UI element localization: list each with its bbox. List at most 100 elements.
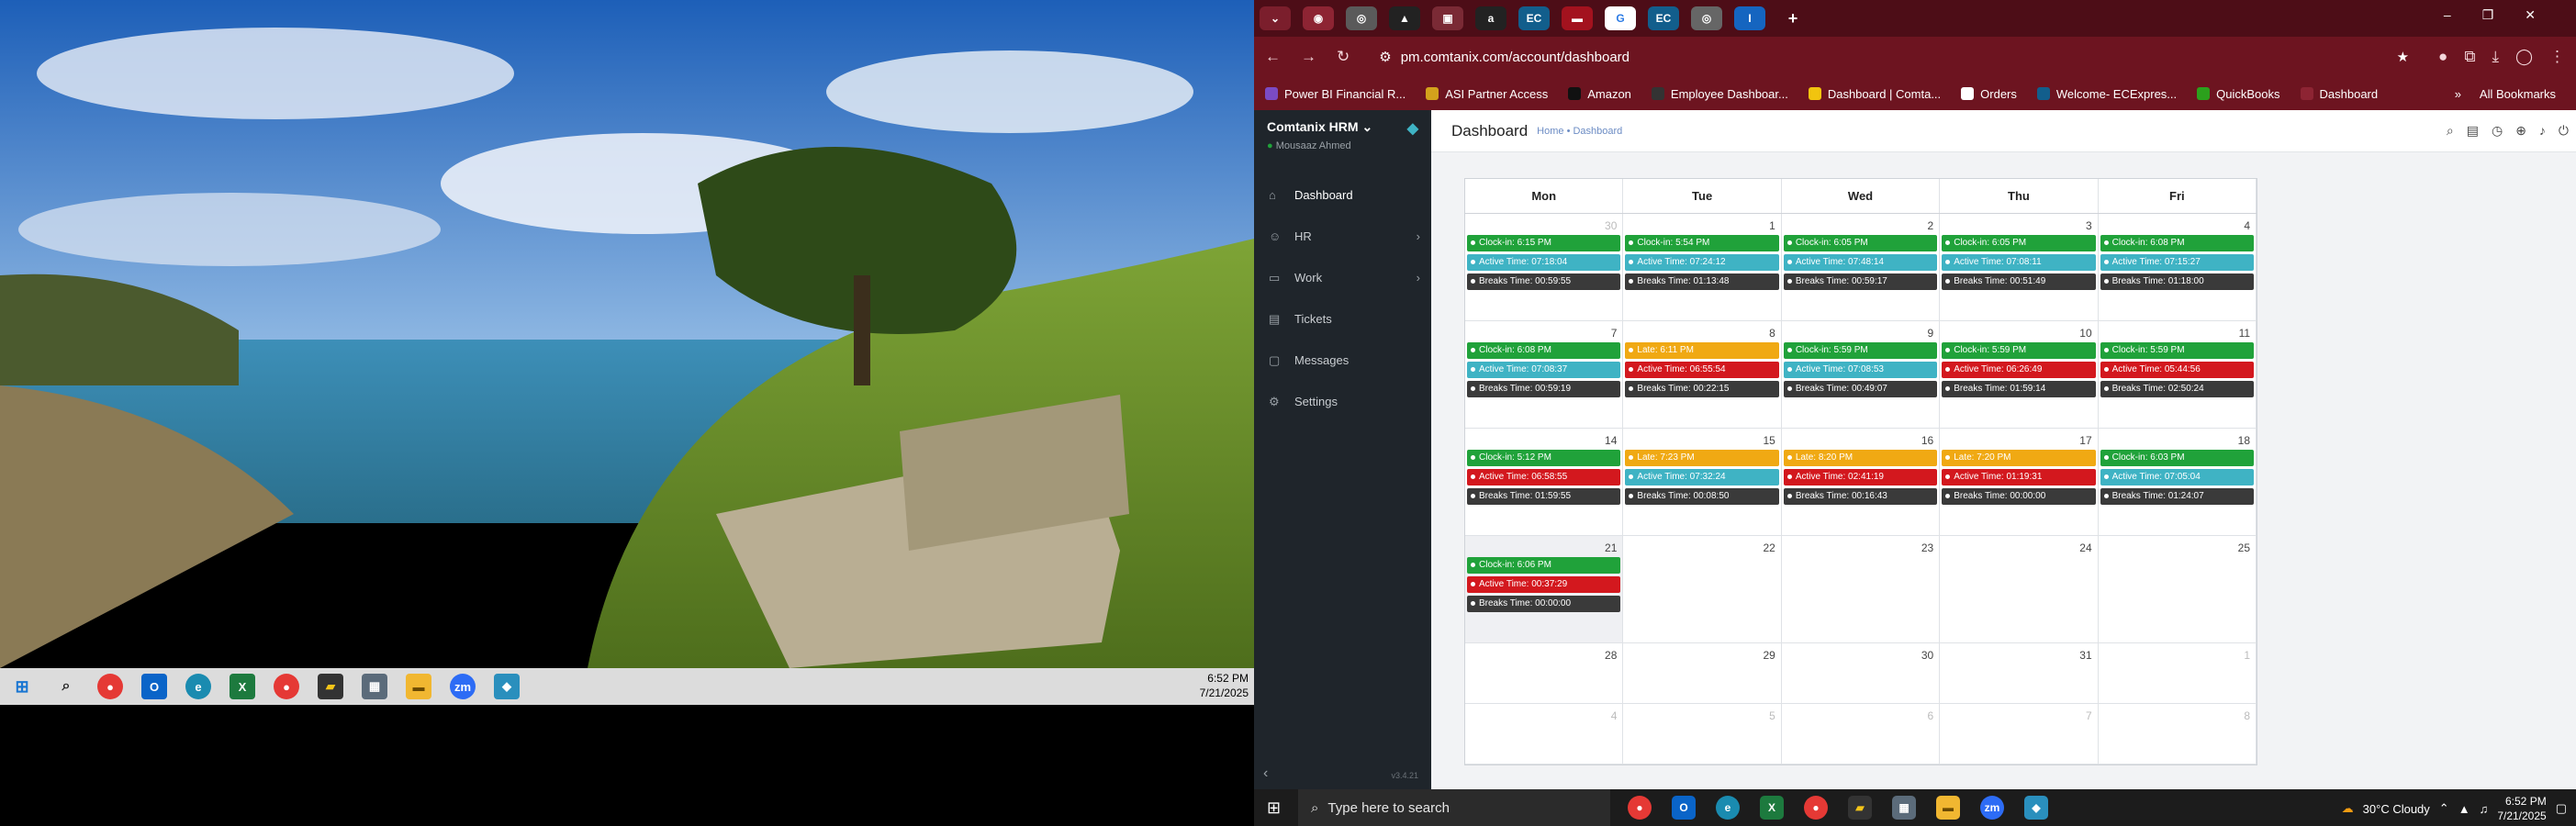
attendance-event[interactable]: Breaks Time: 00:16:43 [1783, 488, 1938, 505]
bookmark-item[interactable]: Orders [1961, 87, 2017, 101]
nav-hr[interactable]: ☺ HR › [1254, 216, 1431, 257]
app-icon[interactable]: ◆ [2024, 796, 2048, 820]
attendance-event[interactable]: Active Time: 07:32:24 [1625, 469, 1779, 486]
search-icon[interactable]: ⌕ [2447, 123, 2454, 139]
bookmark-item[interactable]: Employee Dashboar... [1651, 87, 1788, 101]
attendance-event[interactable]: Clock-in: 5:12 PM [1467, 450, 1621, 466]
network-icon[interactable]: ▲ [2458, 802, 2470, 816]
calendar-day[interactable]: 21 Clock-in: 6:06 PM Active Time: 00:37:29… [1465, 536, 1624, 642]
attendance-event[interactable]: Active Time: 02:41:19 [1783, 469, 1938, 486]
calendar-day[interactable]: 4 [1465, 704, 1624, 764]
attendance-event[interactable]: Clock-in: 5:54 PM [1625, 235, 1779, 251]
calendar-day[interactable]: 8 Late: 6:11 PM Active Time: 06:55:54 Break… [1623, 321, 1782, 428]
attendance-event[interactable]: Active Time: 07:08:53 [1783, 362, 1938, 378]
attendance-event[interactable]: Late: 7:23 PM [1625, 450, 1779, 466]
nav-tickets[interactable]: ▤ Tickets [1254, 298, 1431, 340]
calendar-day[interactable]: 7 Clock-in: 6:08 PM Active Time: 07:08:37 B… [1465, 321, 1624, 428]
taskbar-search[interactable]: ⌕ Type here to search [1298, 789, 1610, 826]
attendance-event[interactable]: Breaks Time: 01:18:00 [2100, 273, 2255, 290]
chevron-up-icon[interactable]: ⌃ [2439, 801, 2449, 816]
nav-settings[interactable]: ⚙ Settings [1254, 381, 1431, 422]
attendance-event[interactable]: Clock-in: 6:06 PM [1467, 557, 1621, 574]
attendance-event[interactable]: Breaks Time: 00:49:07 [1783, 381, 1938, 397]
back-icon[interactable]: ← [1265, 48, 1281, 66]
outlook-icon[interactable]: O [141, 674, 167, 699]
profile-icon[interactable]: ● [2438, 48, 2447, 66]
attendance-event[interactable]: Late: 8:20 PM [1783, 450, 1938, 466]
attendance-event[interactable]: Breaks Time: 00:59:17 [1783, 273, 1938, 290]
all-bookmarks[interactable]: » All Bookmarks [2455, 87, 2556, 101]
tab-app[interactable]: I [1734, 6, 1765, 30]
calendar-day[interactable]: 2 Clock-in: 6:05 PM Active Time: 07:48:14 B… [1782, 214, 1941, 320]
attendance-event[interactable]: Active Time: 07:08:11 [1942, 254, 2096, 271]
attendance-event[interactable]: Active Time: 00:37:29 [1467, 576, 1621, 593]
right-clock[interactable]: 6:52 PM 7/21/2025 [2497, 794, 2546, 823]
calendar-day[interactable]: 10 Clock-in: 5:59 PM Active Time: 06:26:49… [1940, 321, 2099, 428]
attendance-event[interactable]: Clock-in: 5:59 PM [1783, 342, 1938, 359]
attendance-event[interactable]: Breaks Time: 02:50:24 [2100, 381, 2255, 397]
bookmark-item[interactable]: Dashboard [2300, 87, 2378, 101]
attendance-event[interactable]: Breaks Time: 00:00:00 [1942, 488, 2096, 505]
reload-icon[interactable]: ↻ [1337, 48, 1350, 66]
calendar-day[interactable]: 14 Clock-in: 5:12 PM Active Time: 06:58:55… [1465, 429, 1624, 535]
bookmark-item[interactable]: Welcome- ECExpres... [2036, 87, 2177, 101]
calendar-day[interactable]: 3 Clock-in: 6:05 PM Active Time: 07:08:11 B… [1940, 214, 2099, 320]
tab-app[interactable]: ▬ [1562, 6, 1593, 30]
attendance-event[interactable]: Breaks Time: 00:59:19 [1467, 381, 1621, 397]
outlook-icon[interactable]: O [1672, 796, 1696, 820]
attendance-event[interactable]: Active Time: 07:18:04 [1467, 254, 1621, 271]
attendance-event[interactable]: Clock-in: 6:08 PM [2100, 235, 2255, 251]
site-info-icon[interactable]: ⚙ [1379, 49, 1391, 65]
calendar-day[interactable]: 18 Clock-in: 6:03 PM Active Time: 07:05:04… [2099, 429, 2257, 535]
attendance-event[interactable]: Breaks Time: 01:13:48 [1625, 273, 1779, 290]
attendance-event[interactable]: Breaks Time: 00:00:00 [1467, 596, 1621, 612]
tab-ecexpress[interactable]: EC [1518, 6, 1550, 30]
tab-app[interactable]: ▣ [1432, 6, 1463, 30]
attendance-event[interactable]: Breaks Time: 01:59:55 [1467, 488, 1621, 505]
download-icon[interactable]: ⤓ [2492, 48, 2499, 66]
attendance-event[interactable]: Active Time: 07:24:12 [1625, 254, 1779, 271]
menu-icon[interactable]: ⋮ [2549, 48, 2565, 66]
bookmark-item[interactable]: Dashboard | Comta... [1808, 87, 1941, 101]
tab-menu-icon[interactable]: ⌄ [1260, 6, 1291, 30]
chrome-icon[interactable]: ● [274, 674, 299, 699]
file-explorer-icon[interactable]: ▬ [406, 674, 431, 699]
windows-icon[interactable]: ⊞ [1267, 798, 1281, 818]
sidebar-brand[interactable]: Comtanix HRM ⌄ ◆ ● Mousaaz Ahmed [1254, 110, 1431, 174]
attendance-event[interactable]: Clock-in: 6:05 PM [1942, 235, 2096, 251]
nav-dashboard[interactable]: ⌂ Dashboard [1254, 174, 1431, 216]
attendance-event[interactable]: Clock-in: 6:08 PM [1467, 342, 1621, 359]
attendance-event[interactable]: Breaks Time: 01:59:14 [1942, 381, 2096, 397]
tab-google[interactable]: G [1605, 6, 1636, 30]
calendar-day[interactable]: 24 [1940, 536, 2099, 642]
edge-icon[interactable]: e [1716, 796, 1740, 820]
bookmark-item[interactable]: ASI Partner Access [1426, 87, 1548, 101]
extensions-icon[interactable]: ⧉ [2464, 48, 2475, 66]
calendar-day[interactable]: 29 [1623, 643, 1782, 703]
calendar-day[interactable]: 4 Clock-in: 6:08 PM Active Time: 07:15:27 B… [2099, 214, 2257, 320]
notes-icon[interactable]: ▤ [2467, 123, 2479, 139]
chrome-icon[interactable]: ● [97, 674, 123, 699]
volume-icon[interactable]: ♫ [2480, 802, 2489, 816]
calendar-day[interactable]: 6 [1782, 704, 1941, 764]
file-explorer-icon[interactable]: ▬ [1936, 796, 1960, 820]
new-tab-button[interactable]: + [1777, 6, 1809, 30]
edge-icon[interactable]: e [185, 674, 211, 699]
calendar-day[interactable]: 25 [2099, 536, 2257, 642]
calendar-day[interactable]: 5 [1623, 704, 1782, 764]
attendance-event[interactable]: Active Time: 07:15:27 [2100, 254, 2255, 271]
window-controls[interactable]: –❐✕ [2444, 7, 2567, 23]
attendance-event[interactable]: Active Time: 06:26:49 [1942, 362, 2096, 378]
attendance-event[interactable]: Clock-in: 6:03 PM [2100, 450, 2255, 466]
calculator-icon[interactable]: ▦ [1892, 796, 1916, 820]
calendar-day[interactable]: 17 Late: 7:20 PM Active Time: 01:19:31 Brea… [1940, 429, 2099, 535]
nav-messages[interactable]: ▢ Messages [1254, 340, 1431, 381]
bookmark-item[interactable]: Amazon [1568, 87, 1631, 101]
calendar-day[interactable]: 23 [1782, 536, 1941, 642]
attendance-event[interactable]: Breaks Time: 01:24:07 [2100, 488, 2255, 505]
left-clock[interactable]: 6:52 PM 7/21/2025 [1200, 671, 1249, 700]
weather-text[interactable]: 30°C Cloudy [2363, 802, 2430, 816]
excel-icon[interactable]: X [1760, 796, 1784, 820]
search-icon[interactable]: ⌕ [53, 674, 79, 699]
add-icon[interactable]: ⊕ [2515, 123, 2526, 139]
